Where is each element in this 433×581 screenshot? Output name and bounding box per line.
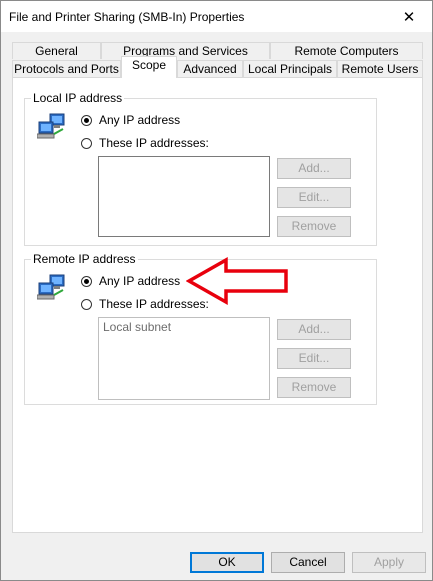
- network-computers-icon: [37, 113, 65, 139]
- tab-protocols-and-ports[interactable]: Protocols and Ports: [12, 60, 121, 77]
- local-any-ip-label: Any IP address: [99, 113, 181, 127]
- window-title: File and Printer Sharing (SMB-In) Proper…: [9, 10, 245, 24]
- cancel-button[interactable]: Cancel: [271, 552, 345, 573]
- tab-remote-users[interactable]: Remote Users: [337, 60, 423, 77]
- tab-remote-computers[interactable]: Remote Computers: [270, 42, 423, 59]
- local-these-ip-option[interactable]: These IP addresses:: [81, 136, 209, 150]
- remote-edit-button[interactable]: Edit...: [277, 348, 351, 369]
- local-ip-group: Local IP address Any IP address These IP…: [24, 91, 377, 246]
- local-ip-group-label: Local IP address: [31, 91, 125, 105]
- remote-these-ip-radio[interactable]: [81, 298, 92, 310]
- tab-general[interactable]: General: [12, 42, 101, 59]
- local-add-button[interactable]: Add...: [277, 158, 351, 179]
- network-computers-icon: [37, 274, 65, 300]
- annotation-arrow: [186, 257, 288, 305]
- remote-any-ip-radio[interactable]: [81, 275, 92, 287]
- title-bar: File and Printer Sharing (SMB-In) Proper…: [1, 1, 432, 32]
- remote-ip-group-label: Remote IP address: [31, 252, 138, 266]
- tab-scope[interactable]: Scope: [121, 56, 177, 78]
- properties-dialog: File and Printer Sharing (SMB-In) Proper…: [0, 0, 433, 581]
- local-ip-list[interactable]: [98, 156, 270, 237]
- remote-any-ip-option[interactable]: Any IP address: [81, 274, 180, 288]
- tab-advanced[interactable]: Advanced: [177, 60, 243, 77]
- local-any-ip-radio[interactable]: [81, 114, 92, 126]
- local-remove-button[interactable]: Remove: [277, 216, 351, 237]
- tab-row-front: Protocols and Ports Scope Advanced Local…: [12, 56, 423, 78]
- tab-local-principals[interactable]: Local Principals: [243, 60, 337, 77]
- local-edit-button[interactable]: Edit...: [277, 187, 351, 208]
- tab-row-back: General Programs and Services Remote Com…: [12, 42, 423, 60]
- local-these-ip-radio[interactable]: [81, 137, 92, 149]
- close-icon: ✕: [402, 8, 416, 26]
- remote-any-ip-label: Any IP address: [99, 274, 181, 288]
- local-these-ip-label: These IP addresses:: [99, 136, 209, 150]
- list-item: Local subnet: [103, 320, 172, 334]
- close-button[interactable]: ✕: [386, 1, 432, 32]
- remote-remove-button[interactable]: Remove: [277, 377, 351, 398]
- remote-ip-list[interactable]: Local subnet: [98, 317, 270, 400]
- ok-button[interactable]: OK: [190, 552, 264, 573]
- apply-button[interactable]: Apply: [352, 552, 426, 573]
- scope-tab-panel: Local IP address Any IP address These IP…: [12, 77, 423, 533]
- local-any-ip-option[interactable]: Any IP address: [81, 113, 180, 127]
- remote-add-button[interactable]: Add...: [277, 319, 351, 340]
